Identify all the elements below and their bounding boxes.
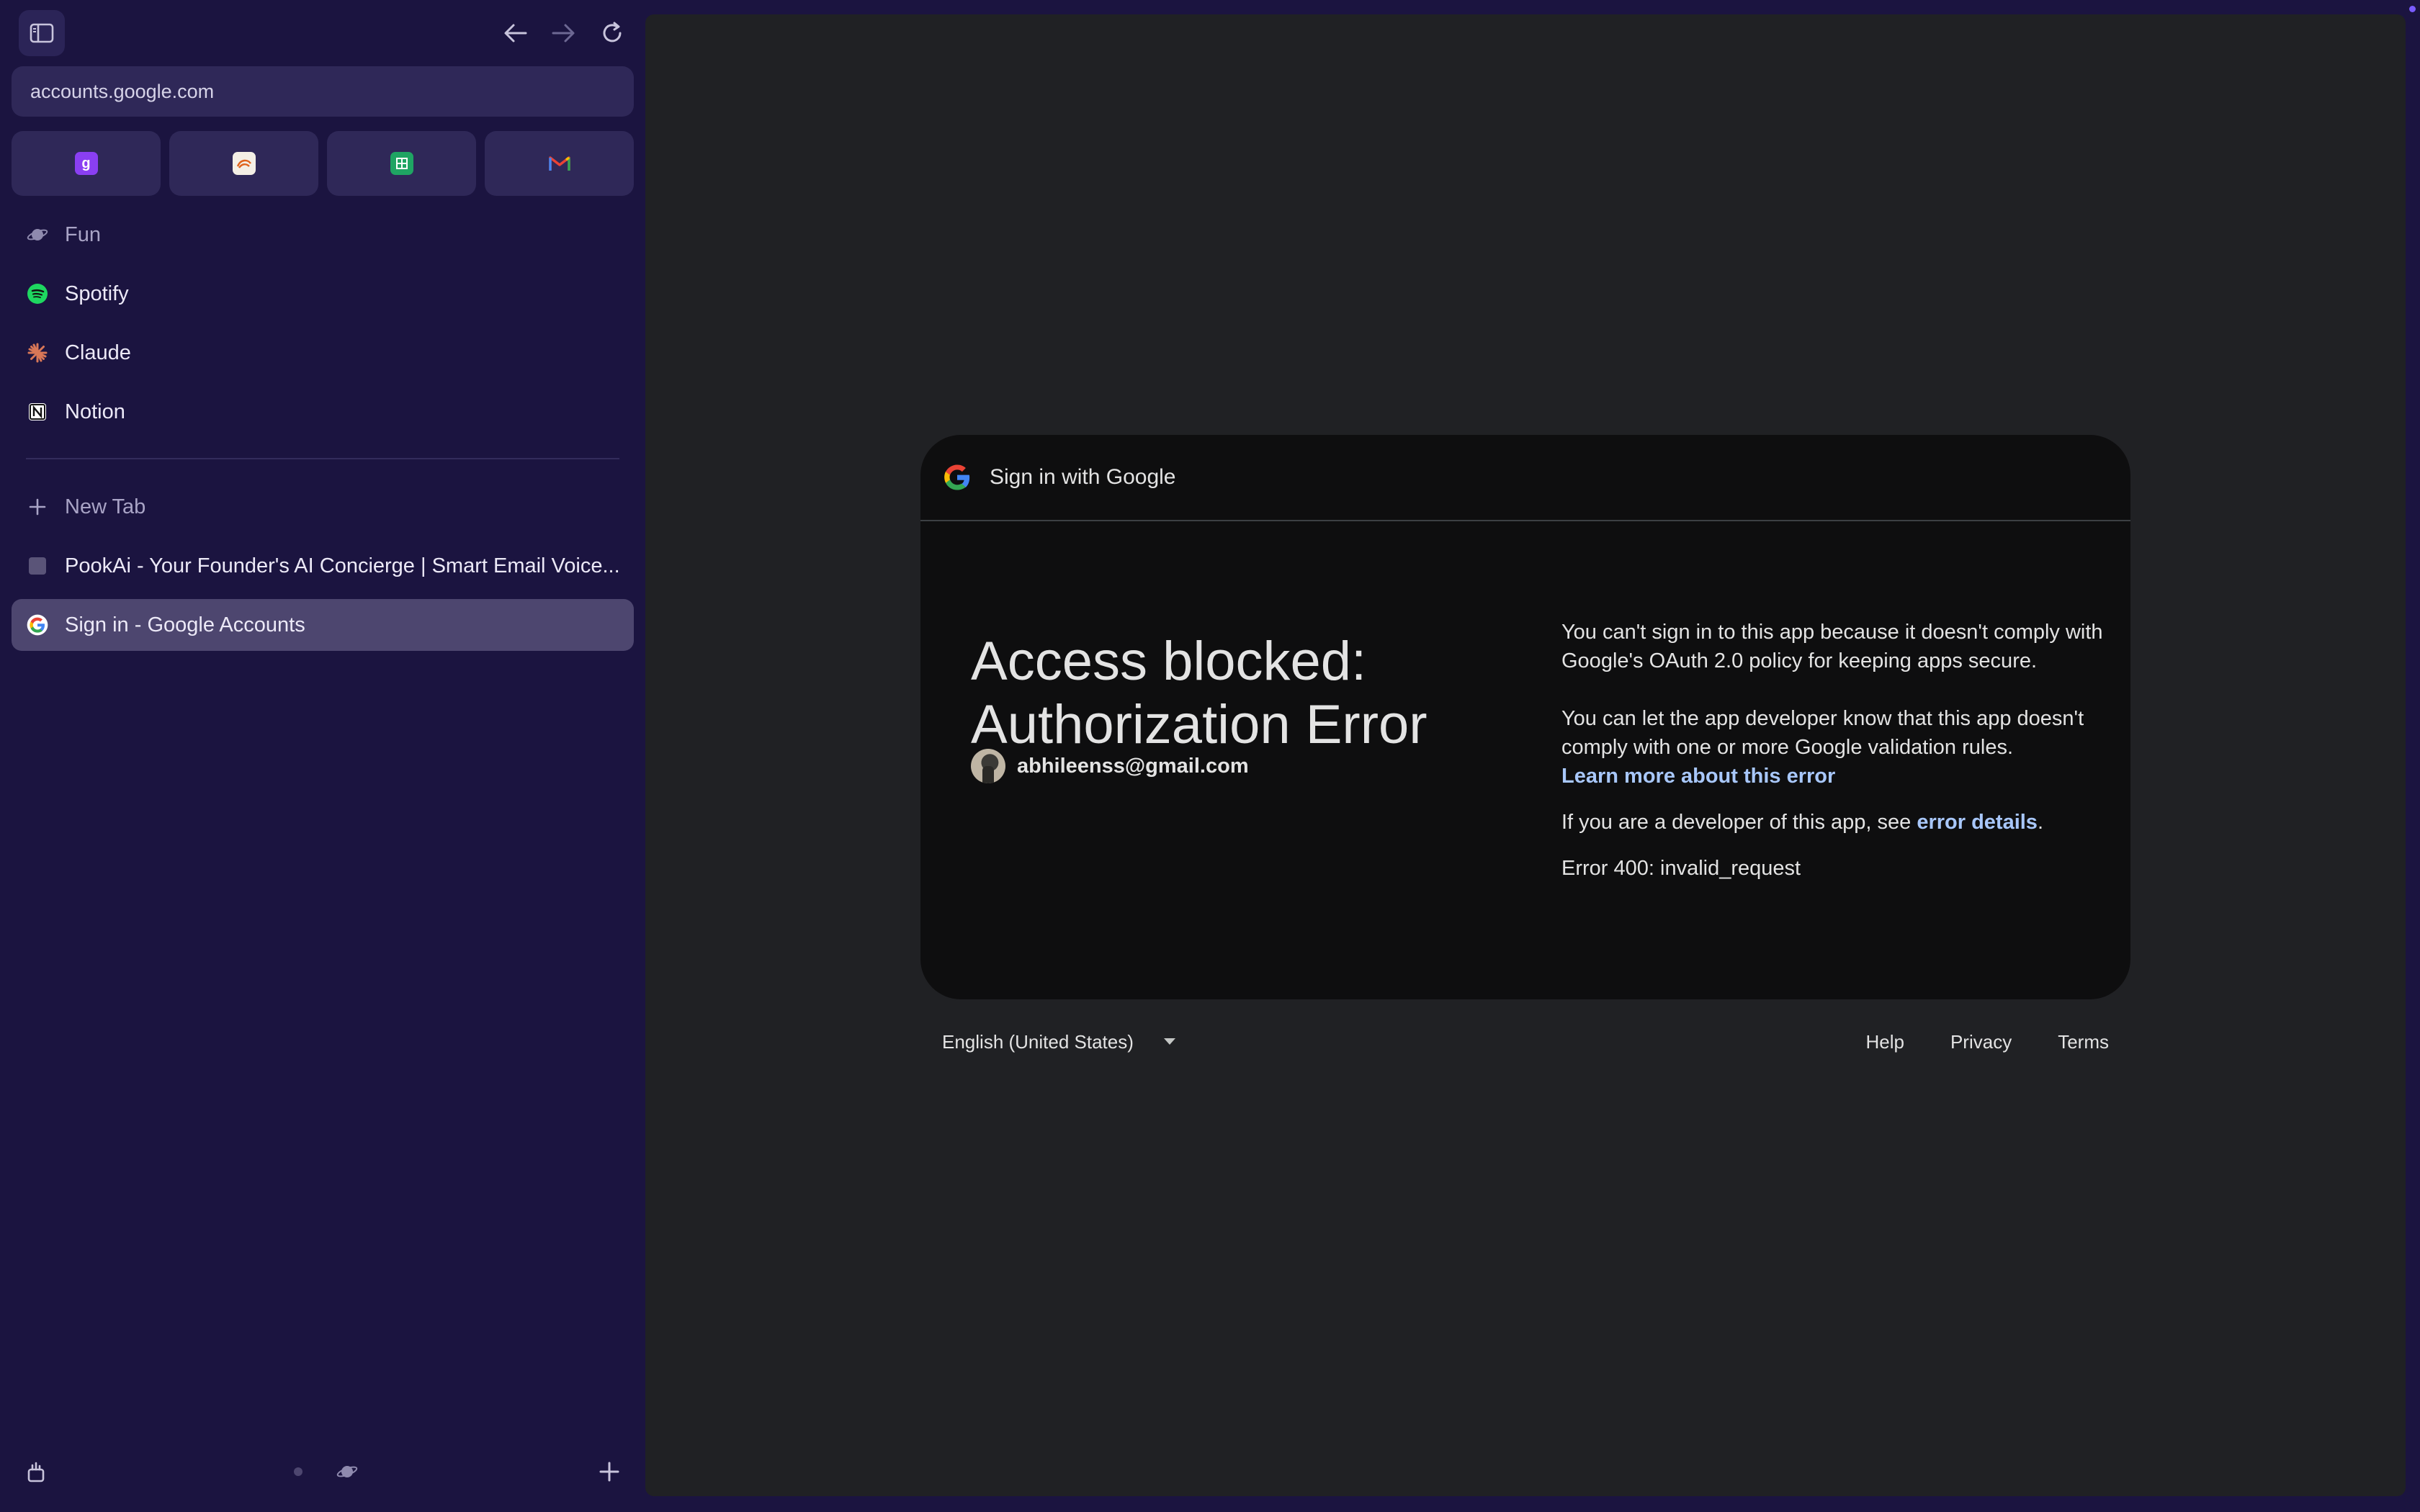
card-header: Sign in with Google xyxy=(920,435,2130,521)
space-fun-button[interactable] xyxy=(333,1459,362,1485)
window-status-dot xyxy=(2409,6,2416,12)
reload-button[interactable] xyxy=(591,13,634,53)
notion-icon xyxy=(26,400,49,423)
sign-in-card: Sign in with Google Access blocked: Auth… xyxy=(920,435,2130,999)
sidebar-item-spotify[interactable]: Spotify xyxy=(12,268,634,320)
google-sheets-icon xyxy=(390,152,413,175)
footer-links: Help Privacy Terms xyxy=(1865,1009,2109,1074)
sidebar-toolbar xyxy=(0,0,645,65)
error-paragraph-1: You can't sign in to this app because it… xyxy=(1561,621,2103,672)
web-content: Sign in with Google Access blocked: Auth… xyxy=(645,14,2406,1496)
spotify-icon xyxy=(26,282,49,305)
account-chip[interactable]: abhileenss@gmail.com xyxy=(971,749,1249,783)
new-tab-button[interactable]: New Tab xyxy=(12,481,634,533)
caret-down-icon xyxy=(1164,1038,1175,1045)
new-tab-label: New Tab xyxy=(65,495,146,518)
plus-icon xyxy=(599,1462,619,1482)
help-link[interactable]: Help xyxy=(1865,1031,1904,1053)
arrow-right-icon xyxy=(552,24,575,42)
tab-google-sign-in[interactable]: Sign in - Google Accounts xyxy=(12,599,634,651)
pookai-icon xyxy=(26,554,49,577)
pinned-tabs: g xyxy=(12,131,634,196)
dot-icon xyxy=(294,1467,302,1476)
sidebar-bottom-bar xyxy=(0,1447,645,1505)
error-details-link[interactable]: error details xyxy=(1917,811,2038,834)
google-logo-icon xyxy=(944,464,970,490)
sidebar-item-label: Fun xyxy=(65,222,101,246)
pinned-tab-app[interactable] xyxy=(169,131,318,196)
sidebar-item-label: Spotify xyxy=(65,282,129,305)
sidebar-item-notion[interactable]: Notion xyxy=(12,386,634,438)
reload-icon xyxy=(603,22,622,42)
browser-sidebar: accounts.google.com g Fun Spotify Claude… xyxy=(0,0,645,1512)
archive-button[interactable] xyxy=(22,1457,50,1486)
account-email: abhileenss@gmail.com xyxy=(1017,754,1249,778)
add-space-button[interactable] xyxy=(595,1457,624,1486)
language-select[interactable]: English (United States) xyxy=(920,1009,1194,1074)
sidebar-item-label: Claude xyxy=(65,341,131,364)
claude-icon xyxy=(26,341,49,364)
privacy-link[interactable]: Privacy xyxy=(1950,1031,2012,1053)
headline-line-1: Access blocked: xyxy=(971,630,1367,692)
page-title: Access blocked: Authorization Error xyxy=(971,630,1518,757)
learn-more-link[interactable]: Learn more about this error xyxy=(1561,765,1835,788)
address-bar[interactable]: accounts.google.com xyxy=(12,66,634,117)
language-select-value: English (United States) xyxy=(942,1030,1134,1053)
tab-title: Sign in - Google Accounts xyxy=(65,613,305,636)
forward-button[interactable] xyxy=(542,13,585,53)
space-dot-button[interactable] xyxy=(290,1463,307,1480)
tab-pookai[interactable]: PookAi - Your Founder's AI Concierge | S… xyxy=(12,540,634,592)
error-paragraph-2: You can let the app developer know that … xyxy=(1561,707,2084,759)
google-icon xyxy=(26,613,49,636)
gmail-icon xyxy=(548,156,570,171)
app-icon xyxy=(232,152,256,175)
headline-line-2: Authorization Error xyxy=(971,693,1428,755)
arrow-left-icon xyxy=(504,24,527,42)
planet-icon xyxy=(26,223,49,246)
pinned-tab-gamma[interactable]: g xyxy=(12,131,161,196)
gamma-icon: g xyxy=(74,152,98,175)
sidebar-icon xyxy=(30,23,54,43)
tab-title: PookAi - Your Founder's AI Concierge | S… xyxy=(65,554,620,577)
sidebar-item-label: Notion xyxy=(65,400,125,423)
back-button[interactable] xyxy=(494,13,537,53)
plus-icon xyxy=(26,495,49,518)
pinned-tab-sheets[interactable] xyxy=(327,131,476,196)
toggle-sidebar-button[interactable] xyxy=(19,10,65,56)
card-header-title: Sign in with Google xyxy=(990,465,1176,489)
developer-note-text: If you are a developer of this app, see xyxy=(1561,811,1917,834)
archive-icon xyxy=(27,1462,45,1482)
terms-link[interactable]: Terms xyxy=(2058,1031,2109,1053)
sidebar-item-claude[interactable]: Claude xyxy=(12,327,634,379)
error-description: You can't sign in to this app because it… xyxy=(1561,618,2109,883)
developer-note-suffix: . xyxy=(2037,811,2044,834)
error-code: Error 400: invalid_request xyxy=(1561,857,1801,880)
sidebar-folder-fun[interactable]: Fun xyxy=(12,209,634,261)
sidebar-divider xyxy=(26,458,619,459)
avatar xyxy=(971,749,1005,783)
planet-icon xyxy=(336,1466,358,1477)
pinned-tab-gmail[interactable] xyxy=(485,131,634,196)
address-bar-url: accounts.google.com xyxy=(30,80,215,102)
developer-note: If you are a developer of this app, see … xyxy=(1561,808,2109,837)
page-footer: English (United States) Help Privacy Ter… xyxy=(920,1009,2130,1074)
